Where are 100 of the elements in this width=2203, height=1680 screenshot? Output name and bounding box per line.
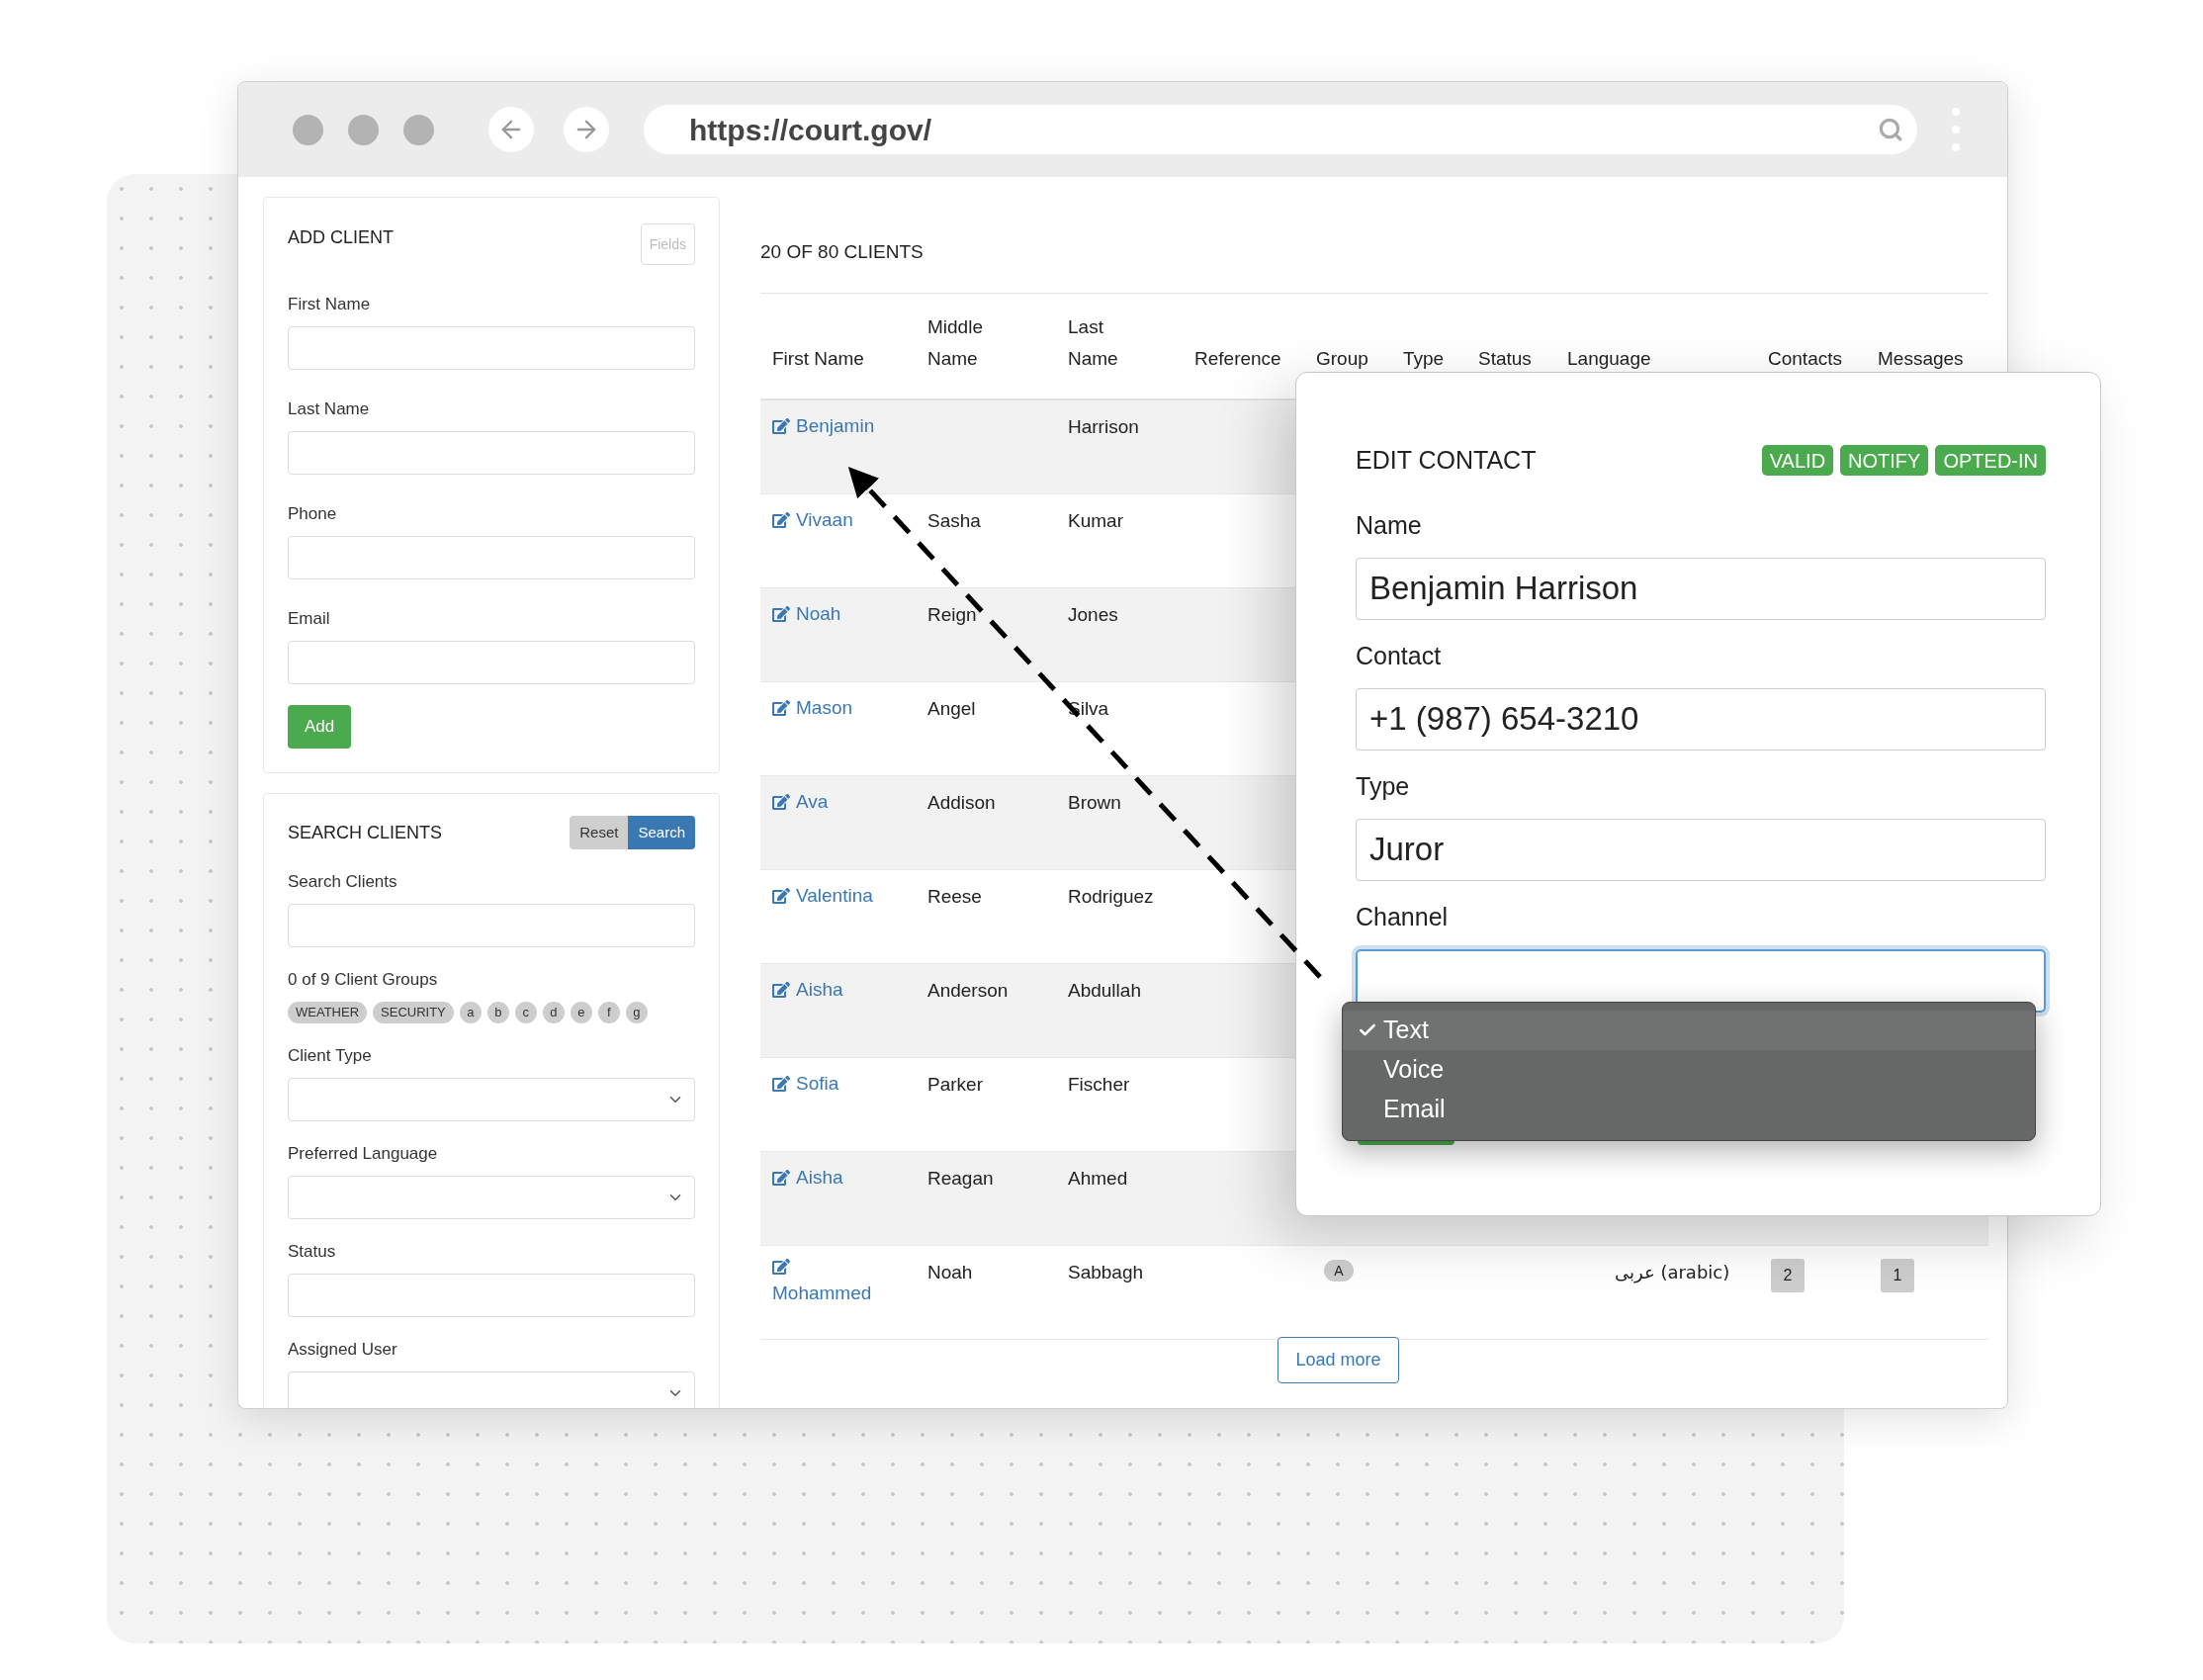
table-cell: عربى (arabic) — [1615, 1261, 1730, 1282]
table-cell: Rodriguez — [1068, 885, 1154, 907]
group-chip[interactable]: e — [570, 1002, 592, 1023]
card-title: ADD CLIENT — [288, 226, 394, 249]
client-name-link[interactable]: Mohammed — [772, 1257, 894, 1307]
dropdown-option[interactable]: Text — [1383, 1012, 1429, 1049]
forward-button[interactable] — [564, 107, 609, 152]
dialog-title: EDIT CONTACT — [1356, 445, 1537, 476]
input-field[interactable] — [288, 1274, 695, 1317]
back-button[interactable] — [488, 107, 534, 152]
status-badge: OPTED-IN — [1935, 445, 2046, 477]
client-name-link[interactable]: Noah — [772, 599, 894, 628]
table-cell: Jones — [1068, 603, 1118, 625]
edit-icon — [772, 698, 790, 717]
field-label: 0 of 9 Client Groups — [288, 971, 439, 988]
dropdown-option[interactable]: Email — [1383, 1091, 1446, 1128]
table-cell: Abdullah — [1068, 979, 1141, 1001]
field-label: Search Clients — [288, 873, 398, 890]
column-header: Status — [1478, 347, 1532, 371]
column-header: Reference — [1194, 347, 1281, 371]
column-header: Middle Name — [927, 315, 984, 371]
table-cell: Reagan — [927, 1167, 994, 1189]
client-name-link[interactable]: Vivaan — [772, 505, 894, 534]
group-chip[interactable]: b — [486, 1002, 509, 1023]
input-field[interactable] — [288, 904, 695, 947]
column-header: Messages — [1878, 347, 1964, 371]
table-cell: Ahmed — [1068, 1167, 1128, 1189]
input-field[interactable]: Juror — [1356, 818, 2046, 881]
reset-button[interactable]: Reset — [570, 816, 629, 849]
window-control[interactable] — [403, 114, 434, 145]
table-cell: Addison — [927, 791, 996, 813]
field-label: Channel — [1356, 904, 1450, 929]
contacts-count: 2 — [1771, 1258, 1805, 1292]
group-chip[interactable]: a — [459, 1002, 482, 1023]
input-field[interactable] — [288, 641, 695, 684]
field-label: Contact — [1356, 643, 1443, 668]
dropdown-option[interactable]: Voice — [1383, 1051, 1445, 1089]
column-header: Language — [1567, 347, 1651, 371]
group-chip[interactable]: d — [542, 1002, 565, 1023]
column-header: Type — [1403, 347, 1445, 371]
client-name-link[interactable]: Sofia — [772, 1069, 894, 1098]
table-cell: Anderson — [927, 979, 1009, 1001]
edit-icon — [772, 1074, 790, 1093]
window-control[interactable] — [293, 114, 323, 145]
field-label: Email — [288, 610, 331, 627]
input-field[interactable]: Benjamin Harrison — [1356, 557, 2046, 620]
edit-icon — [772, 604, 790, 623]
input-field[interactable] — [288, 536, 695, 579]
column-header: Group — [1316, 347, 1368, 371]
client-name-link[interactable]: Aisha — [772, 975, 894, 1004]
add-button[interactable]: Add — [288, 705, 351, 749]
group-badge: A — [1324, 1260, 1354, 1282]
group-chip[interactable]: SECURITY — [373, 1002, 454, 1023]
table-cell: Reign — [927, 603, 977, 625]
messages-count: 1 — [1881, 1258, 1914, 1292]
table-cell: Reese — [927, 885, 982, 907]
column-header: Contacts — [1768, 347, 1842, 371]
input-field[interactable] — [288, 431, 695, 475]
field-label: Assigned User — [288, 1341, 398, 1358]
client-name-link[interactable]: Benjamin — [772, 412, 894, 441]
edit-icon — [772, 980, 790, 999]
edit-icon — [772, 1168, 790, 1187]
load-more-button[interactable]: Load more — [1278, 1337, 1399, 1383]
table-cell: Noah — [927, 1261, 973, 1282]
address-bar[interactable]: https://court.gov/ — [644, 105, 1917, 154]
client-name-link[interactable]: Valentina — [772, 881, 894, 910]
group-chip[interactable]: g — [625, 1002, 648, 1023]
search-icon — [1878, 117, 1903, 142]
field-label: Preferred Language — [288, 1145, 439, 1162]
field-label: Type — [1356, 773, 1411, 799]
column-header: Last Name — [1068, 315, 1119, 371]
table-cell: Brown — [1068, 791, 1121, 813]
table-cell: Fischer — [1068, 1073, 1130, 1095]
edit-icon — [772, 417, 790, 436]
edit-icon — [772, 510, 790, 529]
table-cell: Sasha — [927, 509, 981, 531]
client-name-link[interactable]: Aisha — [772, 1163, 894, 1192]
search-button[interactable]: Search — [628, 816, 695, 849]
input-field[interactable]: +1 (987) 654-3210 — [1356, 687, 2046, 751]
client-name-link[interactable]: Ava — [772, 787, 894, 816]
group-chip[interactable]: WEATHER — [288, 1002, 368, 1023]
group-chip[interactable]: c — [514, 1002, 537, 1023]
column-header: First Name — [772, 347, 864, 371]
status-badge: VALID — [1761, 445, 1834, 477]
status-badge: NOTIFY — [1840, 445, 1929, 477]
table-cell: Angel — [927, 697, 976, 719]
url-text: https://court.gov/ — [689, 112, 932, 148]
field-label: First Name — [288, 296, 372, 312]
field-label: Status — [288, 1243, 337, 1260]
client-name-link[interactable]: Mason — [772, 693, 894, 722]
group-chip[interactable]: f — [597, 1002, 620, 1023]
edit-icon — [772, 886, 790, 905]
edit-icon — [772, 792, 790, 811]
field-label: Name — [1356, 512, 1423, 538]
window-control[interactable] — [348, 114, 379, 145]
table-cell: Parker — [927, 1073, 983, 1095]
field-label: Last Name — [288, 400, 371, 417]
field-label: Phone — [288, 505, 338, 522]
table-cell: Kumar — [1068, 509, 1123, 531]
input-field[interactable] — [288, 326, 695, 370]
